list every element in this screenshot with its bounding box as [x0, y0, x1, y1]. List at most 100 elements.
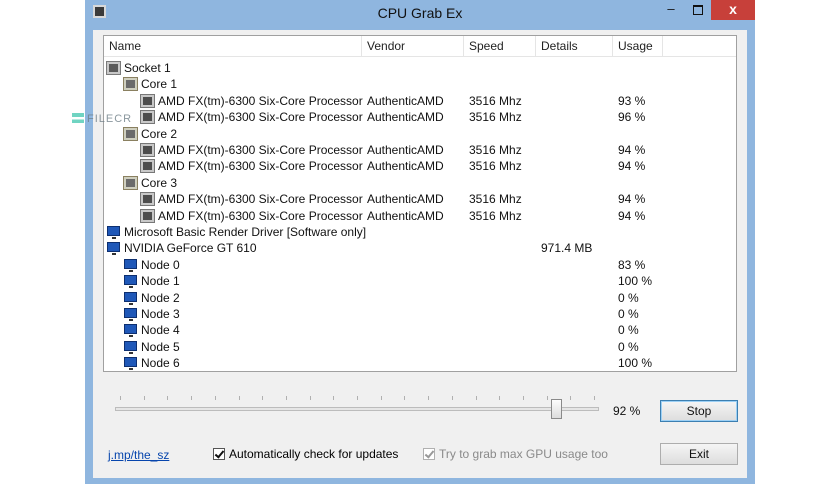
- row-name: Core 1: [141, 77, 178, 92]
- row-usage: 94 %: [618, 192, 646, 207]
- slider-tick: [167, 396, 169, 400]
- monitor-icon: [124, 275, 137, 289]
- row-usage: 83 %: [618, 257, 646, 272]
- table-row[interactable]: Node 6 100 %: [104, 355, 736, 371]
- slider-tick: [594, 396, 595, 400]
- column-header-vendor[interactable]: Vendor: [362, 36, 464, 56]
- row-name: Node 3: [141, 307, 180, 321]
- row-name: Socket 1: [124, 61, 171, 75]
- row-speed: 3516 Mhz: [469, 110, 522, 125]
- auto-update-label: Automatically check for updates: [229, 447, 399, 461]
- slider-tick: [546, 396, 548, 400]
- row-vendor: AuthenticAMD: [367, 143, 444, 157]
- column-header-usage[interactable]: Usage: [613, 36, 663, 56]
- checkbox-checked-icon[interactable]: [213, 448, 225, 460]
- exit-button[interactable]: Exit: [660, 443, 738, 465]
- monitor-icon: [124, 308, 137, 321]
- table-row[interactable]: AMD FX(tm)-6300 Six-Core Processor Authen…: [104, 208, 736, 224]
- table-row[interactable]: Socket 1: [104, 60, 736, 76]
- core-icon: [123, 175, 138, 190]
- close-button[interactable]: x: [711, 0, 755, 20]
- slider-thumb[interactable]: [551, 399, 563, 419]
- row-details: 971.4 MB: [541, 241, 593, 256]
- row-name: AMD FX(tm)-6300 Six-Core Processor: [158, 208, 363, 223]
- maximize-button[interactable]: [685, 0, 711, 20]
- watermark: FILECR: [72, 110, 162, 132]
- window-title: CPU Grab Ex: [377, 5, 463, 21]
- row-usage: 0 %: [618, 339, 639, 354]
- row-usage: 94 %: [618, 208, 646, 223]
- column-header-details[interactable]: Details: [536, 36, 613, 56]
- slider-value: 92 %: [613, 404, 641, 418]
- website-link[interactable]: j.mp/the_sz: [108, 448, 169, 462]
- table-row[interactable]: Node 0 83 %: [104, 257, 736, 273]
- row-name: Node 2: [141, 290, 180, 305]
- table-row[interactable]: Node 3 0 %: [104, 306, 736, 322]
- table-row[interactable]: AMD FX(tm)-6300 Six-Core Processor Authen…: [104, 158, 736, 174]
- cpu-icon: [140, 143, 155, 157]
- row-vendor: AuthenticAMD: [367, 192, 444, 207]
- row-vendor: AuthenticAMD: [367, 110, 444, 125]
- slider-tick: [404, 396, 406, 400]
- row-speed: 3516 Mhz: [469, 159, 522, 174]
- slider-tick: [143, 396, 145, 400]
- table-row[interactable]: Core 1: [104, 76, 736, 92]
- table-row[interactable]: Node 4 0 %: [104, 322, 736, 338]
- slider-tick: [522, 396, 524, 400]
- row-name: Microsoft Basic Render Driver [Software …: [124, 225, 367, 239]
- table-row[interactable]: Node 5 0 %: [104, 339, 736, 355]
- table-row[interactable]: Node 1 100 %: [104, 273, 736, 289]
- slider-tick: [499, 396, 501, 400]
- slider-tick: [428, 396, 430, 400]
- app-window: CPU Grab Ex – x Name Vendor Speed Detail…: [85, 0, 755, 484]
- table-row[interactable]: Core 2: [104, 126, 736, 142]
- cpu-icon: [140, 93, 155, 108]
- row-name: NVIDIA GeForce GT 610: [124, 241, 257, 256]
- watermark-text: FILECR: [87, 113, 133, 125]
- table-row[interactable]: NVIDIA GeForce GT 610 971.4 MB: [104, 240, 736, 256]
- table-row[interactable]: Microsoft Basic Render Driver [Software …: [104, 224, 736, 240]
- row-name: Node 5: [141, 339, 180, 354]
- row-name: Node 6: [141, 356, 180, 371]
- row-speed: 3516 Mhz: [469, 208, 522, 223]
- device-list[interactable]: Name Vendor Speed Details Usage Socket 1…: [103, 35, 737, 372]
- cpu-icon: [140, 208, 155, 223]
- table-row[interactable]: Node 2 0 %: [104, 290, 736, 306]
- minimize-button[interactable]: –: [658, 0, 684, 20]
- slider-tick: [333, 396, 335, 400]
- table-row[interactable]: Core 3: [104, 175, 736, 191]
- row-speed: 3516 Mhz: [469, 93, 522, 108]
- slider-tick: [475, 396, 477, 400]
- list-header: Name Vendor Speed Details Usage: [104, 36, 736, 57]
- row-vendor: AuthenticAMD: [367, 93, 444, 108]
- max-gpu-label: Try to grab max GPU usage too: [439, 447, 608, 461]
- window-client-area: Name Vendor Speed Details Usage Socket 1…: [93, 30, 747, 478]
- slider-track[interactable]: [115, 407, 599, 411]
- row-name: AMD FX(tm)-6300 Six-Core Processor: [158, 159, 363, 174]
- row-name: AMD FX(tm)-6300 Six-Core Processor: [158, 110, 363, 125]
- table-row[interactable]: AMD FX(tm)-6300 Six-Core Processor Authen…: [104, 109, 736, 125]
- cpu-icon: [140, 192, 155, 207]
- title-bar[interactable]: CPU Grab Ex – x: [85, 0, 755, 26]
- monitor-icon: [124, 324, 137, 338]
- row-vendor: AuthenticAMD: [367, 159, 444, 174]
- row-name: Node 4: [141, 323, 180, 338]
- row-name: Node 1: [141, 274, 180, 289]
- slider-tick: [120, 396, 121, 400]
- checkbox-checked-disabled-icon: [423, 448, 435, 460]
- row-name: AMD FX(tm)-6300 Six-Core Processor: [158, 93, 363, 108]
- slider-tick: [191, 396, 193, 400]
- row-usage: 100 %: [618, 356, 653, 371]
- monitor-icon: [124, 258, 137, 272]
- watermark-logo-icon: [72, 113, 84, 127]
- row-name: Node 0: [141, 257, 180, 272]
- monitor-icon: [124, 357, 137, 371]
- table-row[interactable]: AMD FX(tm)-6300 Six-Core Processor Authen…: [104, 142, 736, 158]
- row-usage: 96 %: [618, 110, 646, 125]
- stop-button[interactable]: Stop: [660, 400, 738, 422]
- column-header-name[interactable]: Name: [104, 36, 362, 56]
- cpu-icon: [140, 159, 155, 174]
- table-row[interactable]: AMD FX(tm)-6300 Six-Core Processor Authen…: [104, 191, 736, 207]
- table-row[interactable]: AMD FX(tm)-6300 Six-Core Processor Authen…: [104, 93, 736, 109]
- column-header-speed[interactable]: Speed: [464, 36, 536, 56]
